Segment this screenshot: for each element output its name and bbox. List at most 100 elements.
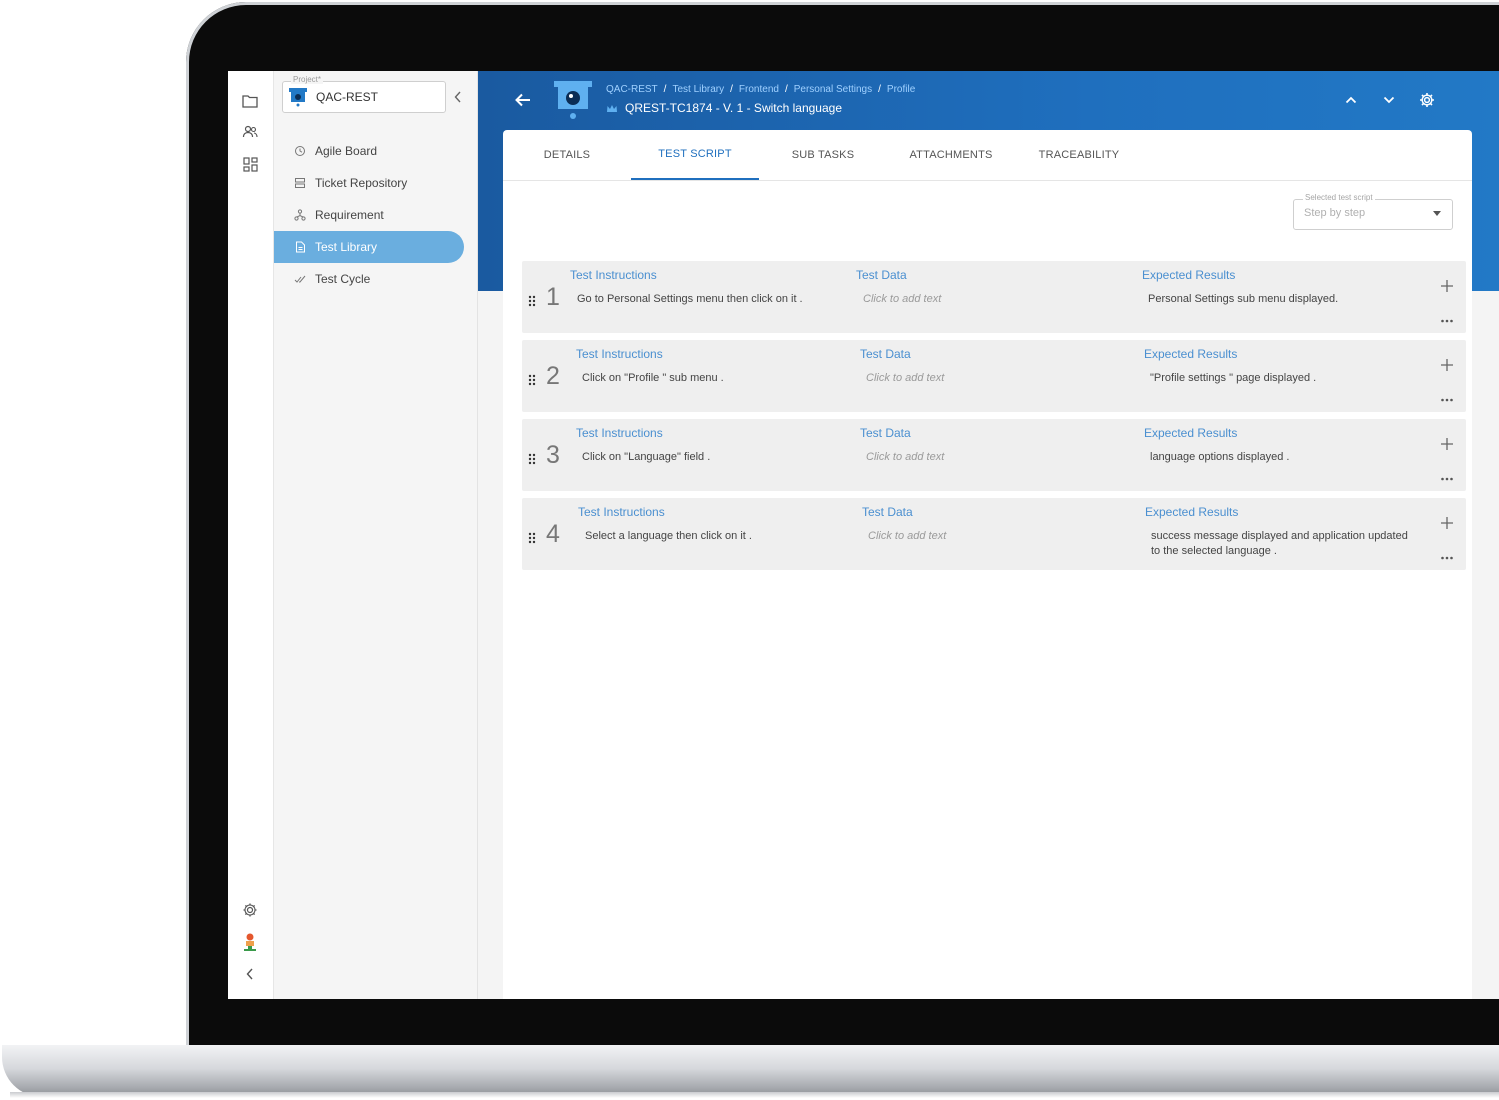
test-data-placeholder[interactable]: Click to add text <box>868 529 1128 544</box>
instructions-label: Test Instructions <box>576 426 663 440</box>
app-screen: QAC-REST Project* Agile Board Ticket Rep… <box>228 71 1499 999</box>
expected-results-label: Expected Results <box>1142 268 1236 282</box>
expected-results-value[interactable]: Personal Settings sub menu displayed. <box>1148 292 1418 307</box>
instructions-label: Test Instructions <box>576 347 663 361</box>
instructions-label: Test Instructions <box>570 268 657 282</box>
breadcrumb: QAC-REST / Test Library / Frontend / Personal … <box>606 84 915 95</box>
expected-results-value[interactable]: "Profile settings " page displayed . <box>1150 371 1420 386</box>
nav-item-test-cycle[interactable]: Test Cycle <box>274 263 464 295</box>
check-double-icon <box>293 272 307 286</box>
icon-rail <box>228 71 274 999</box>
nav-label: Requirement <box>315 208 384 222</box>
add-step-plus-icon[interactable] <box>1440 436 1454 450</box>
tab-bar: DETAILS TEST SCRIPT SUB TASKS ATTACHMENT… <box>503 130 1472 181</box>
breadcrumb-link[interactable]: Profile <box>887 84 915 95</box>
step-number: 2 <box>546 362 560 390</box>
nav-label: Ticket Repository <box>315 176 408 190</box>
breadcrumb-separator: / <box>730 84 733 95</box>
dashboard-icon[interactable] <box>240 154 260 174</box>
header-settings-gear-icon[interactable] <box>1419 92 1435 108</box>
nav-label: Test Cycle <box>315 272 371 286</box>
document-icon <box>293 240 307 254</box>
expected-results-label: Expected Results <box>1145 505 1239 519</box>
nav-label: Test Library <box>315 240 378 254</box>
test-data-placeholder[interactable]: Click to add text <box>866 371 1126 386</box>
test-step[interactable]: 1 Test Instructions Go to Personal Setti… <box>522 261 1466 333</box>
add-step-plus-icon[interactable] <box>1440 515 1454 529</box>
nav-item-ticket-repository[interactable]: Ticket Repository <box>274 167 464 199</box>
ticket-title: QREST-TC1874 - V. 1 - Switch language <box>625 101 842 115</box>
back-arrow-icon[interactable] <box>514 92 532 108</box>
tab-test-script[interactable]: TEST SCRIPT <box>631 130 759 180</box>
nav-item-test-library[interactable]: Test Library <box>274 231 464 263</box>
expected-results-label: Expected Results <box>1144 426 1238 440</box>
test-data-label: Test Data <box>862 505 913 519</box>
expected-results-value[interactable]: success message displayed and applicatio… <box>1151 529 1411 559</box>
test-step[interactable]: 4 Test Instructions Select a language th… <box>522 498 1466 570</box>
folder-icon[interactable] <box>240 91 260 111</box>
breadcrumb-separator: / <box>878 84 881 95</box>
breadcrumb-link[interactable]: Test Library <box>672 84 724 95</box>
user-avatar-icon[interactable] <box>240 932 260 952</box>
test-data-label: Test Data <box>860 347 911 361</box>
collapse-rail-icon[interactable] <box>240 964 260 984</box>
nav-label: Agile Board <box>315 144 378 158</box>
more-options-icon[interactable] <box>1440 388 1454 402</box>
more-options-icon[interactable] <box>1440 309 1454 323</box>
instructions-value[interactable]: Click on "Language" field . <box>582 450 847 465</box>
instructions-value[interactable]: Click on "Profile " sub menu . <box>582 371 847 386</box>
ticket-card: DETAILS TEST SCRIPT SUB TASKS ATTACHMENT… <box>503 130 1472 999</box>
nav-item-requirement[interactable]: Requirement <box>274 199 464 231</box>
chevron-down-icon[interactable] <box>1381 92 1397 108</box>
test-data-placeholder[interactable]: Click to add text <box>863 292 1123 307</box>
test-case-logo-icon <box>554 81 592 121</box>
tab-traceability[interactable]: TRACEABILITY <box>1015 130 1143 180</box>
step-number: 1 <box>546 283 560 311</box>
instructions-value[interactable]: Go to Personal Settings menu then click … <box>577 292 847 307</box>
instructions-value[interactable]: Select a language then click on it . <box>585 529 850 544</box>
users-icon[interactable] <box>240 122 260 142</box>
settings-gear-icon[interactable] <box>240 900 260 920</box>
expected-results-value[interactable]: language options displayed . <box>1150 450 1420 465</box>
breadcrumb-link[interactable]: Personal Settings <box>794 84 872 95</box>
drag-handle-icon[interactable] <box>528 371 536 386</box>
expected-results-label: Expected Results <box>1144 347 1238 361</box>
laptop-base <box>2 1045 1499 1097</box>
test-script-select-value: Step by step <box>1304 207 1366 219</box>
server-icon <box>293 176 307 190</box>
step-number: 4 <box>546 520 560 548</box>
project-sidebar: QAC-REST Project* Agile Board Ticket Rep… <box>274 71 478 999</box>
drag-handle-icon[interactable] <box>528 292 536 307</box>
test-step[interactable]: 3 Test Instructions Click on "Language" … <box>522 419 1466 491</box>
caret-down-icon[interactable] <box>1433 211 1441 216</box>
project-selector[interactable]: QAC-REST <box>282 81 446 113</box>
breadcrumb-separator: / <box>663 84 667 95</box>
tab-details[interactable]: DETAILS <box>503 130 631 180</box>
breadcrumb-link[interactable]: Frontend <box>739 84 779 95</box>
project-legend: Project* <box>291 75 324 84</box>
drag-handle-icon[interactable] <box>528 450 536 465</box>
nav-item-agile-board[interactable]: Agile Board <box>274 135 464 167</box>
more-options-icon[interactable] <box>1440 467 1454 481</box>
more-options-icon[interactable] <box>1440 546 1454 560</box>
add-step-plus-icon[interactable] <box>1440 357 1454 371</box>
breadcrumb-link[interactable]: QAC-REST <box>606 84 658 95</box>
add-step-plus-icon[interactable] <box>1440 278 1454 292</box>
project-name: QAC-REST <box>316 90 379 104</box>
test-data-label: Test Data <box>860 426 911 440</box>
test-step[interactable]: 2 Test Instructions Click on "Profile " … <box>522 340 1466 412</box>
chevron-up-icon[interactable] <box>1343 92 1359 108</box>
laptop-base-shadow <box>10 1092 1499 1098</box>
drag-handle-icon[interactable] <box>528 529 536 544</box>
tab-attachments[interactable]: ATTACHMENTS <box>887 130 1015 180</box>
collapse-sidebar-icon[interactable] <box>454 88 466 103</box>
test-data-label: Test Data <box>856 268 907 282</box>
crown-icon <box>606 103 618 115</box>
test-script-select-legend: Selected test script <box>1303 193 1375 202</box>
test-data-placeholder[interactable]: Click to add text <box>866 450 1126 465</box>
project-logo-icon <box>288 87 308 111</box>
instructions-label: Test Instructions <box>578 505 665 519</box>
step-number: 3 <box>546 441 560 469</box>
hierarchy-icon <box>293 208 307 222</box>
tab-sub-tasks[interactable]: SUB TASKS <box>759 130 887 180</box>
